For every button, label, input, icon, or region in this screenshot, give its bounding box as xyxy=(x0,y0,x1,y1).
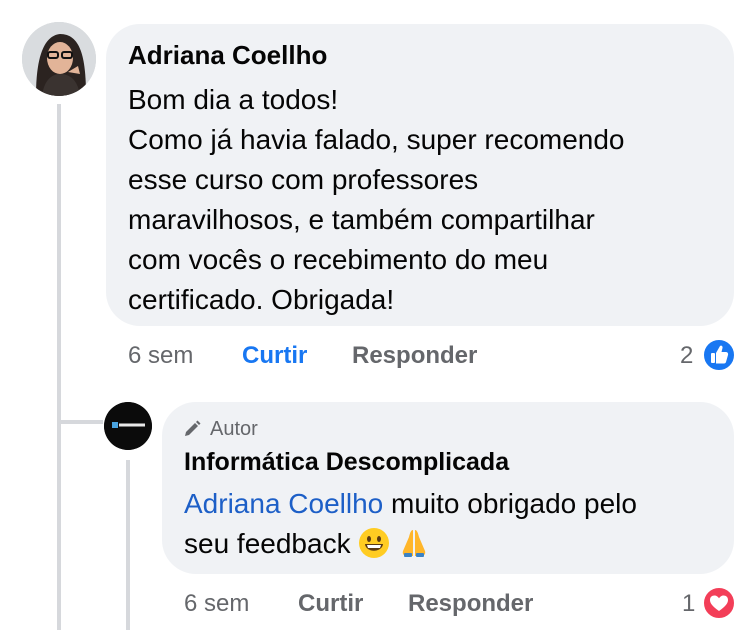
comment-line: Como já havia falado, super recomendo xyxy=(128,124,625,155)
comment-reaction-count[interactable]: 2 xyxy=(680,342,693,370)
comment-author-name[interactable]: Adriana Coellho xyxy=(128,40,327,71)
comment-line: com vocês o recebimento do meu xyxy=(128,244,549,275)
reply-line: seu feedback xyxy=(184,524,724,570)
comment-line: esse curso com professores xyxy=(128,164,479,195)
folded-hands-emoji xyxy=(398,527,430,570)
reply-text-fragment: seu feedback xyxy=(184,528,351,559)
reply-author-name[interactable]: Informática Descomplicada xyxy=(184,448,509,477)
love-icon[interactable] xyxy=(702,586,736,620)
reply-timestamp[interactable]: 6 sem xyxy=(184,590,249,618)
reply-line: Adriana Coellho muito obrigado pelo xyxy=(184,484,724,524)
comment-line: Bom dia a todos! xyxy=(128,84,339,115)
thread-line-main xyxy=(57,104,61,630)
comment-reply-button[interactable]: Responder xyxy=(352,342,477,370)
reply-text: Adriana Coellho muito obrigado pelo seu … xyxy=(184,484,724,570)
comment-line: certificado. Obrigada! xyxy=(128,284,395,315)
avatar-adriana[interactable] xyxy=(22,22,96,96)
mention-link[interactable]: Adriana Coellho xyxy=(184,488,383,519)
reply-reply-button[interactable]: Responder xyxy=(408,590,533,618)
comment-like-button[interactable]: Curtir xyxy=(242,342,307,370)
reply-text-fragment: muito obrigado pelo xyxy=(383,488,637,519)
reply-reaction-count[interactable]: 1 xyxy=(682,590,695,618)
avatar-informatica[interactable] xyxy=(104,402,152,450)
thread-line-branch xyxy=(57,420,103,424)
comment-timestamp[interactable]: 6 sem xyxy=(128,342,193,370)
comment-line: maravilhosos, e também compartilhar xyxy=(128,204,595,235)
author-badge-icon xyxy=(182,419,202,439)
thread-line-reply xyxy=(126,460,130,630)
like-icon[interactable] xyxy=(702,338,736,372)
grinning-face-emoji xyxy=(358,527,390,570)
comment-text: Bom dia a todos! Como já havia falado, s… xyxy=(128,80,728,320)
reply-like-button[interactable]: Curtir xyxy=(298,590,363,618)
author-badge: Autor xyxy=(210,418,258,440)
